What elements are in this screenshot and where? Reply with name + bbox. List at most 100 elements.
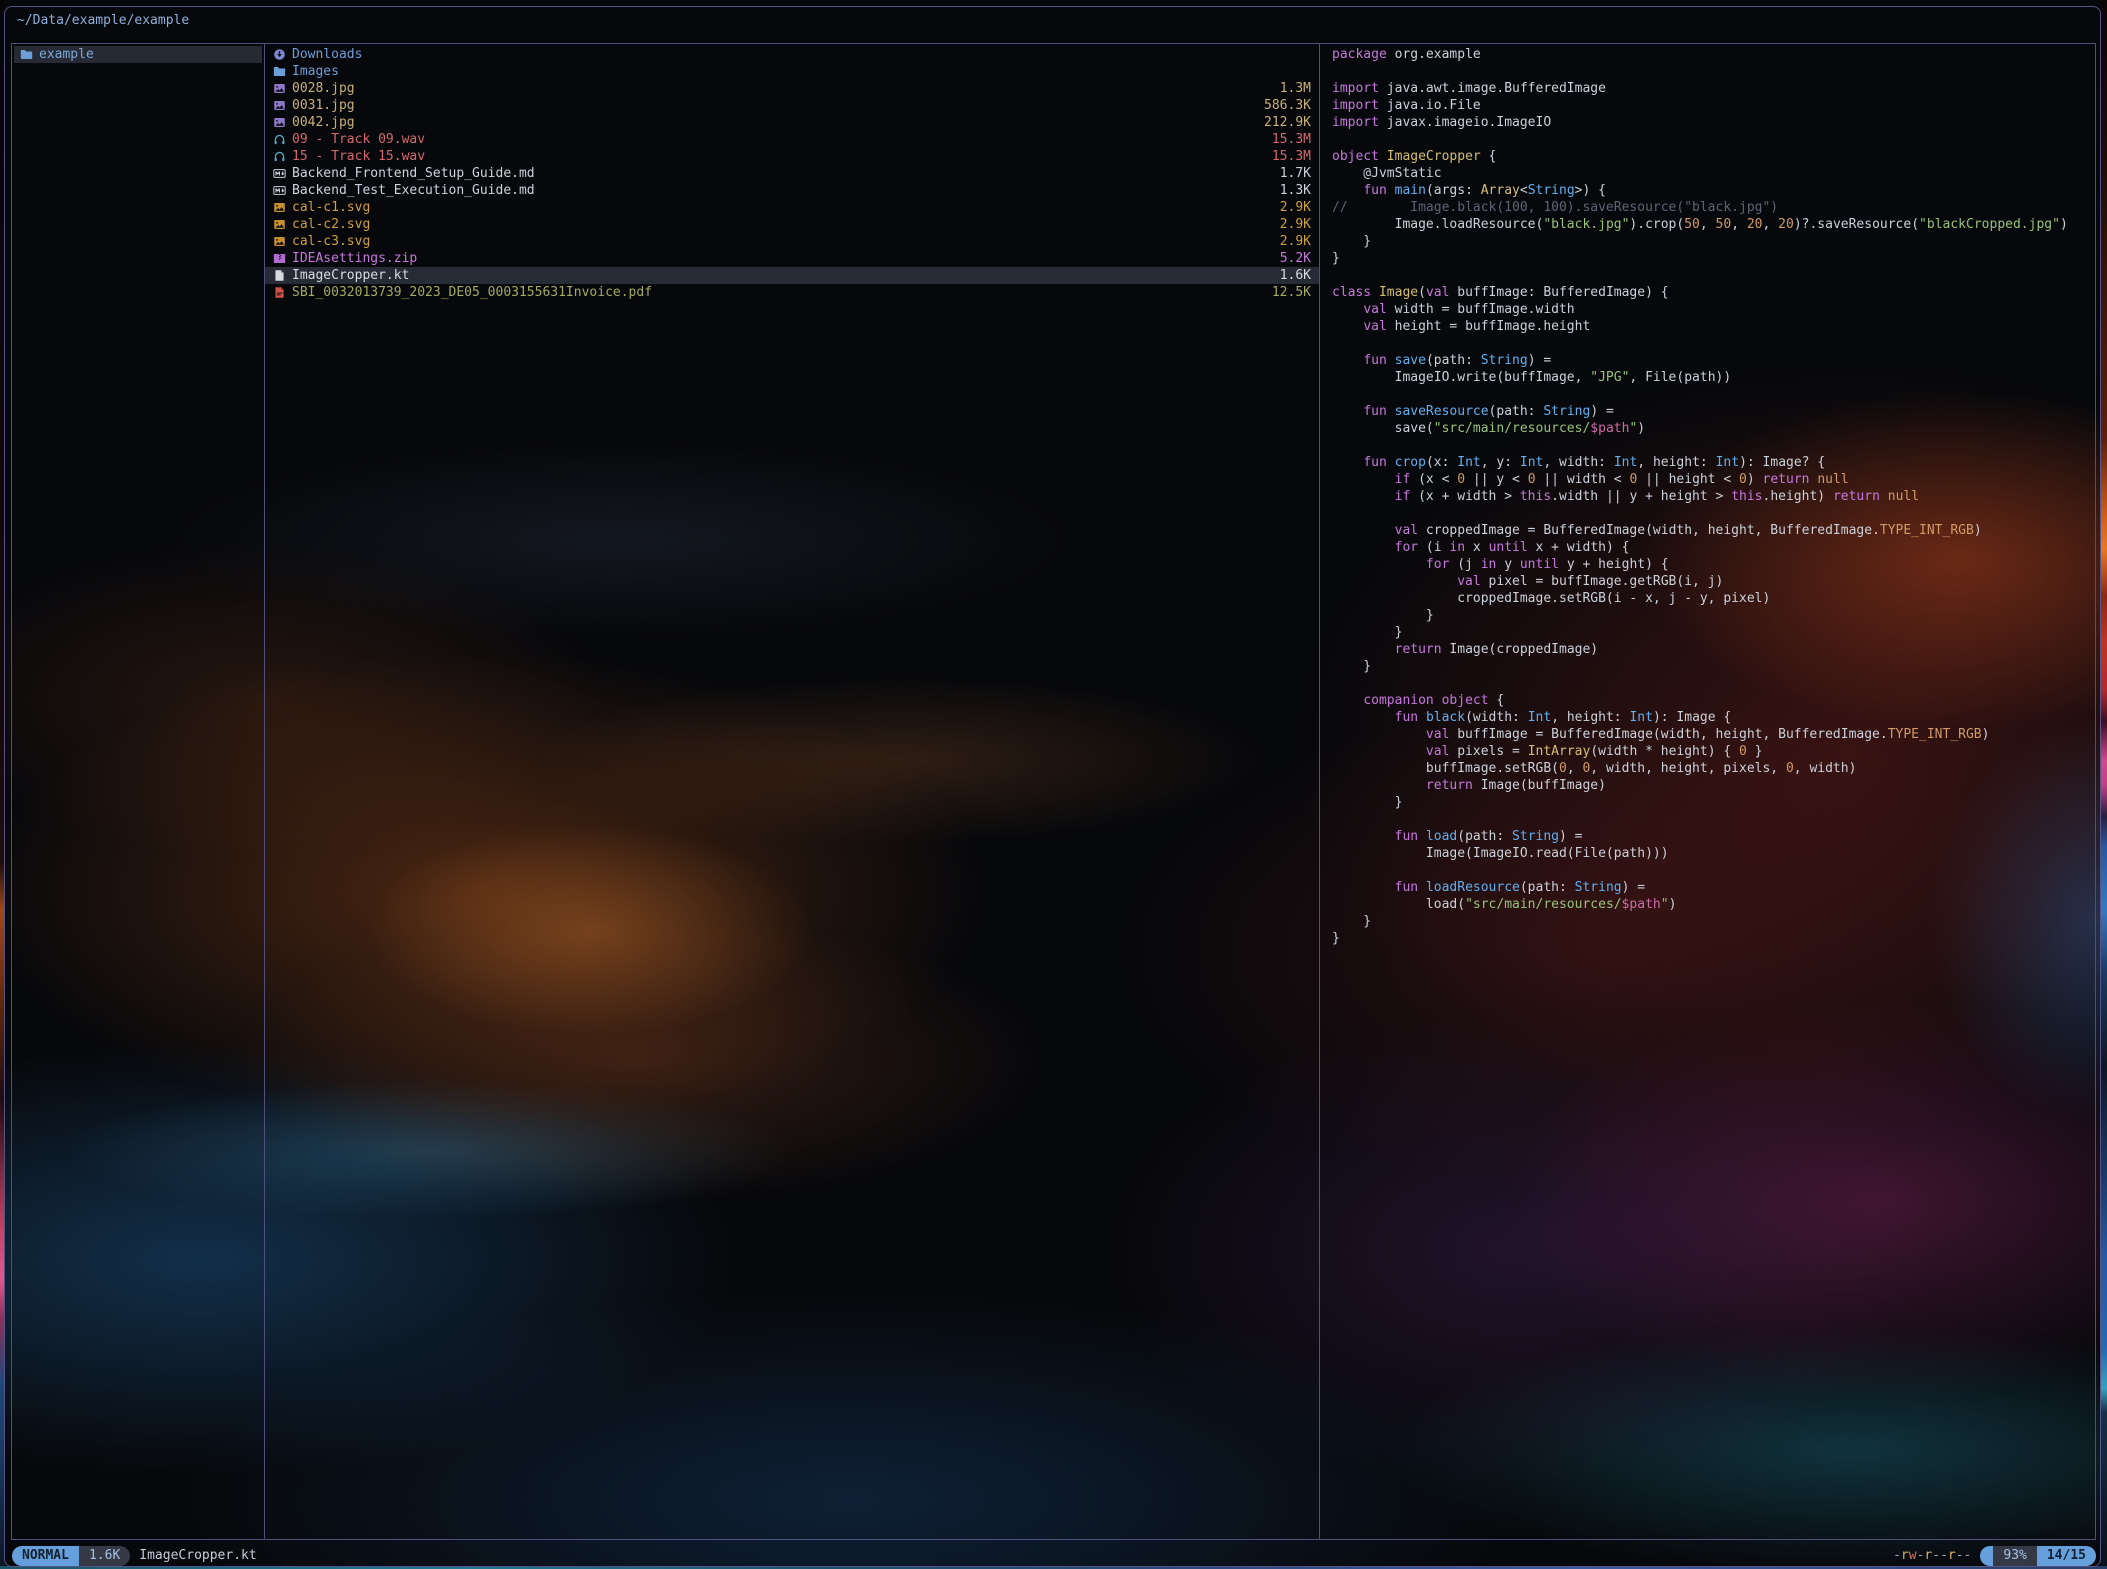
code-token: x + width) { bbox=[1528, 540, 1630, 555]
code-token: fun bbox=[1395, 710, 1418, 725]
code-line: fun main(args: Array<String>) { bbox=[1332, 182, 2095, 199]
code-token: (x + width > bbox=[1410, 489, 1520, 504]
code-token bbox=[1418, 880, 1426, 895]
code-line: object ImageCropper { bbox=[1332, 148, 2095, 165]
pdf-icon bbox=[273, 286, 286, 299]
sidebar-item-example[interactable]: example bbox=[14, 46, 262, 63]
code-token: val bbox=[1395, 523, 1418, 538]
code-line bbox=[1332, 131, 2095, 148]
code-line: fun black(width: Int, height: Int): Imag… bbox=[1332, 709, 2095, 726]
file-row[interactable]: 0042.jpg212.9K bbox=[265, 114, 1319, 131]
code-token: main bbox=[1395, 183, 1426, 198]
code-token: fun bbox=[1363, 455, 1386, 470]
code-token bbox=[1332, 642, 1395, 657]
code-token: ): Image? { bbox=[1739, 455, 1825, 470]
file-size: 12.5K bbox=[1272, 285, 1311, 300]
code-token: buffImage: BufferedImage) { bbox=[1449, 285, 1668, 300]
file-name: 0031.jpg bbox=[292, 98, 355, 113]
code-token: this bbox=[1731, 489, 1762, 504]
code-token: .width || y + height > bbox=[1551, 489, 1731, 504]
file-row[interactable]: SBI_0032013739_2023_DE05_0003155631Invoi… bbox=[265, 284, 1319, 301]
code-line bbox=[1332, 267, 2095, 284]
code-line: val pixel = buffImage.getRGB(i, j) bbox=[1332, 573, 2095, 590]
code-token: black bbox=[1426, 710, 1465, 725]
file-row[interactable]: 0031.jpg586.3K bbox=[265, 97, 1319, 114]
file-row[interactable]: ImageCropper.kt1.6K bbox=[265, 267, 1319, 284]
file-name: Downloads bbox=[292, 47, 362, 62]
code-token: 0 bbox=[1739, 472, 1747, 487]
code-line: import java.io.File bbox=[1332, 97, 2095, 114]
code-line: for (j in y until y + height) { bbox=[1332, 556, 2095, 573]
code-token: ( bbox=[1418, 285, 1426, 300]
code-token: save bbox=[1395, 353, 1426, 368]
image-icon bbox=[273, 201, 286, 214]
code-token: Int bbox=[1457, 455, 1480, 470]
code-token: { bbox=[1481, 149, 1497, 164]
code-token bbox=[1332, 710, 1395, 725]
code-token: (x < bbox=[1410, 472, 1457, 487]
code-token: pixel = buffImage.getRGB(i, j) bbox=[1481, 574, 1724, 589]
folder-icon bbox=[20, 48, 33, 61]
code-line: for (i in x until x + width) { bbox=[1332, 539, 2095, 556]
code-token: (x: bbox=[1426, 455, 1457, 470]
file-row[interactable]: 09 - Track 09.wav15.3M bbox=[265, 131, 1319, 148]
file-row[interactable]: Downloads bbox=[265, 46, 1319, 63]
file-name: IDEAsettings.zip bbox=[292, 251, 417, 266]
file-size: 1.7K bbox=[1280, 166, 1311, 181]
code-token: } bbox=[1747, 744, 1763, 759]
code-token: (args: bbox=[1426, 183, 1481, 198]
code-token: ) bbox=[2060, 217, 2068, 232]
code-token bbox=[1418, 710, 1426, 725]
code-token: fun bbox=[1395, 880, 1418, 895]
file-row[interactable]: IDEAsettings.zip5.2K bbox=[265, 250, 1319, 267]
code-token bbox=[1332, 319, 1363, 334]
code-token: null bbox=[1817, 472, 1848, 487]
code-token: 0 bbox=[1739, 744, 1747, 759]
markdown-icon bbox=[273, 184, 286, 197]
code-line: class Image(val buffImage: BufferedImage… bbox=[1332, 284, 2095, 301]
file-row[interactable]: Backend_Frontend_Setup_Guide.md1.7K bbox=[265, 165, 1319, 182]
position-indicator: 14/15 bbox=[2037, 1546, 2096, 1566]
permission-char: - bbox=[1940, 1548, 1948, 1563]
code-token: "blackCropped.jpg" bbox=[1919, 217, 2060, 232]
code-token bbox=[1332, 353, 1363, 368]
code-token bbox=[1332, 472, 1395, 487]
code-line: Image(ImageIO.read(File(path))) bbox=[1332, 845, 2095, 862]
file-row[interactable]: cal-c3.svg2.9K bbox=[265, 233, 1319, 250]
code-line: } bbox=[1332, 658, 2095, 675]
file-size: 1.6K bbox=[1280, 268, 1311, 283]
file-row[interactable]: cal-c2.svg2.9K bbox=[265, 216, 1319, 233]
file-row[interactable]: Images bbox=[265, 63, 1319, 80]
file-row[interactable]: 15 - Track 15.wav15.3M bbox=[265, 148, 1319, 165]
file-row[interactable]: cal-c1.svg2.9K bbox=[265, 199, 1319, 216]
code-token bbox=[1332, 693, 1363, 708]
code-line: return Image(croppedImage) bbox=[1332, 641, 2095, 658]
permission-char: - bbox=[1956, 1548, 1964, 1563]
file-row[interactable]: Backend_Test_Execution_Guide.md1.3K bbox=[265, 182, 1319, 199]
code-token: import bbox=[1332, 98, 1379, 113]
code-token: import bbox=[1332, 115, 1379, 130]
mode-pill: NORMAL 1.6K bbox=[12, 1546, 130, 1566]
code-token: val bbox=[1426, 285, 1449, 300]
code-line bbox=[1332, 505, 2095, 522]
code-token: } bbox=[1332, 931, 1340, 946]
code-token: $path bbox=[1622, 897, 1661, 912]
code-token: , bbox=[1763, 217, 1779, 232]
position-pill: 93% 14/15 bbox=[1980, 1546, 2096, 1566]
code-token: ) bbox=[1747, 472, 1763, 487]
file-row[interactable]: 0028.jpg1.3M bbox=[265, 80, 1319, 97]
pill-cap bbox=[1980, 1546, 1993, 1566]
code-token: { bbox=[1489, 693, 1505, 708]
file-size: 212.9K bbox=[1264, 115, 1311, 130]
code-token: javax.imageio.ImageIO bbox=[1379, 115, 1551, 130]
code-line: import java.awt.image.BufferedImage bbox=[1332, 80, 2095, 97]
code-token: val bbox=[1363, 302, 1386, 317]
code-token: object bbox=[1332, 149, 1379, 164]
code-line: fun loadResource(path: String) = bbox=[1332, 879, 2095, 896]
audio-icon bbox=[273, 133, 286, 146]
scroll-percent: 93% bbox=[1993, 1546, 2036, 1566]
code-line bbox=[1332, 335, 2095, 352]
code-token: y + height) { bbox=[1559, 557, 1669, 572]
audio-icon bbox=[273, 150, 286, 163]
code-token: return bbox=[1395, 642, 1442, 657]
